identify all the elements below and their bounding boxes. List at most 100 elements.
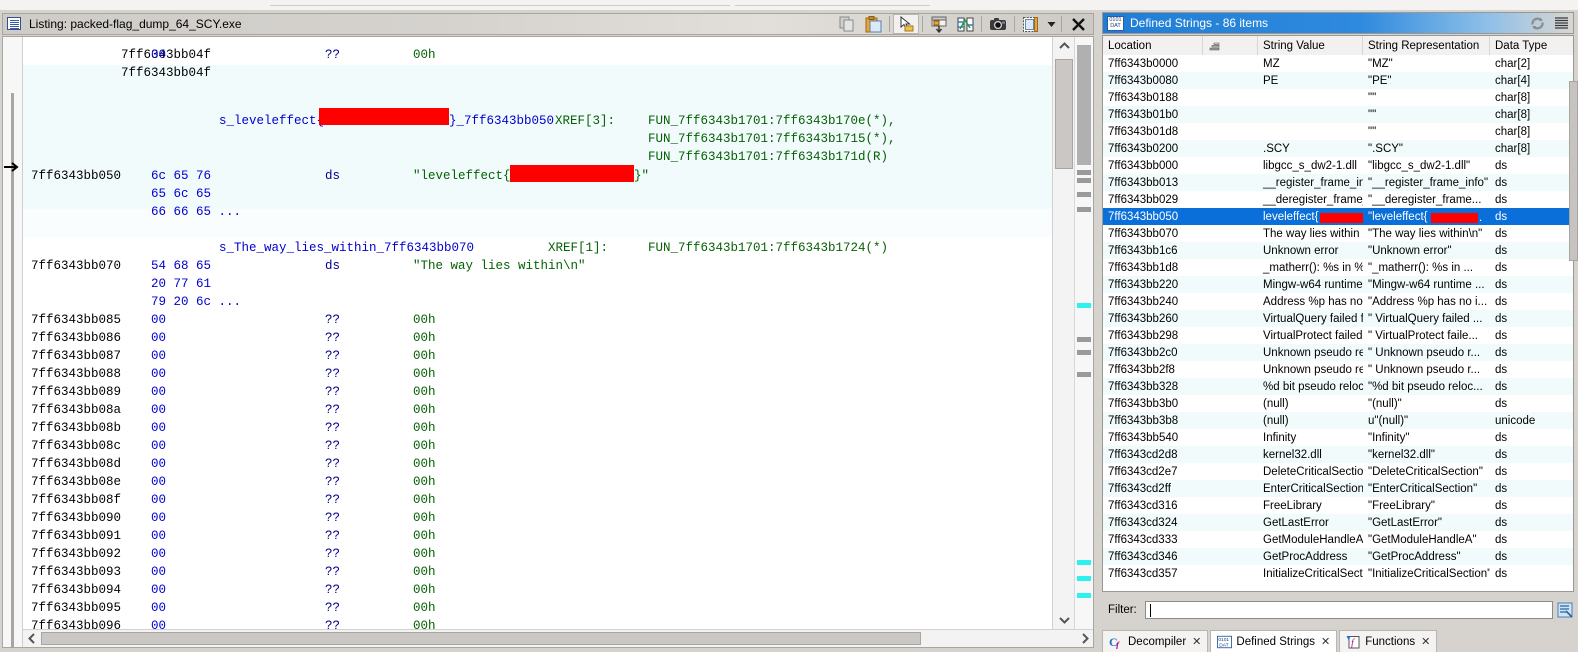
- close-icon[interactable]: [1065, 14, 1091, 34]
- cell-string-value: Unknown pseudo rel...: [1263, 346, 1363, 359]
- code-label-leveleffect[interactable]: s_leveleffect{: [219, 112, 324, 130]
- tab-close-icon[interactable]: ✕: [1421, 635, 1430, 648]
- table-row[interactable]: 7ff6343cd2ff EnterCriticalSection "EnterCr…: [1103, 480, 1573, 497]
- listing-horizontal-scrollbar[interactable]: [23, 629, 1093, 647]
- cell-string-value: %d bit pseudo reloca...: [1263, 380, 1363, 393]
- column-header-data-type[interactable]: Data Type: [1490, 36, 1573, 55]
- scroll-left-icon[interactable]: [23, 630, 40, 647]
- table-row[interactable]: 7ff6343cd357 InitializeCriticalSection "In…: [1103, 565, 1573, 582]
- camera-icon[interactable]: [985, 14, 1011, 34]
- cursor-select-icon[interactable]: [893, 14, 919, 34]
- table-row[interactable]: 7ff6343bb220 Mingw-w64 runtime f... "Mingw…: [1103, 276, 1573, 293]
- table-row[interactable]: 7ff6343b0200 .SCY ".SCY" char[8]: [1103, 140, 1573, 157]
- code-xref-entry[interactable]: FUN_7ff6343b1701:7ff6343b171d(R): [648, 148, 888, 166]
- filter-label: Filter:: [1108, 604, 1137, 616]
- copy-icon[interactable]: [834, 14, 860, 34]
- table-row[interactable]: 7ff6343bb260 VirtualQuery failed f... " V…: [1103, 310, 1573, 327]
- cell-string-value: InitializeCriticalSection: [1263, 567, 1363, 580]
- tab-label: Functions: [1365, 635, 1416, 648]
- chevron-down-icon[interactable]: [1044, 14, 1058, 34]
- cell-data-type: ds: [1495, 431, 1508, 444]
- table-add-icon[interactable]: [926, 14, 952, 34]
- listing-marker-overview[interactable]: [1074, 37, 1093, 629]
- table-row[interactable]: 7ff6343cd2d8 kernel32.dll "kernel32.dll" ds: [1103, 446, 1573, 463]
- tab-functions[interactable]: f Functions ✕: [1339, 630, 1438, 652]
- code-xref-entry[interactable]: FUN_7ff6343b1701:7ff6343b1724(*): [648, 239, 888, 257]
- filter-options-icon[interactable]: [1556, 601, 1574, 619]
- column-header-string-representation[interactable]: String Representation: [1363, 36, 1490, 55]
- table-row[interactable]: 7ff6343bb298 VirtualProtect failed ... " …: [1103, 327, 1573, 344]
- table-row[interactable]: 7ff6343b0188 "" char[8]: [1103, 89, 1573, 106]
- menu-lines-icon[interactable]: [1549, 13, 1573, 33]
- refresh-icon[interactable]: [1525, 13, 1549, 33]
- ghidra-window: Listing: packed-flag_dump_64_SCY.exe 7ff…: [0, 0, 1578, 652]
- code-label-leveleffect-suffix[interactable]: }_7ff6343bb050: [449, 112, 554, 130]
- column-header-location[interactable]: Location: [1103, 36, 1203, 55]
- table-row[interactable]: 7ff6343bb328 %d bit pseudo reloca... "%d b…: [1103, 378, 1573, 395]
- diff-icon[interactable]: [952, 14, 978, 34]
- cell-data-type: ds: [1495, 499, 1508, 512]
- table-row[interactable]: 7ff6343bb2f8 Unknown pseudo rel... " Unkn…: [1103, 361, 1573, 378]
- code-mnemonic: ??: [325, 385, 341, 399]
- listing-scroll-thumb[interactable]: [1055, 59, 1073, 169]
- code-addr: 7ff6343bb091: [31, 529, 122, 543]
- cell-string-value: VirtualQuery failed f...: [1263, 312, 1363, 325]
- code-mnemonic: ??: [325, 367, 341, 381]
- listing-titlebar[interactable]: Listing: packed-flag_dump_64_SCY.exe: [2, 13, 1094, 35]
- table-row[interactable]: 7ff6343b0000 MZ "MZ" char[2]: [1103, 55, 1573, 72]
- table-row[interactable]: 7ff6343cd333 GetModuleHandleA "GetModuleHa…: [1103, 531, 1573, 548]
- tab-defined-strings[interactable]: 0101 DAT Defined Strings ✕: [1210, 630, 1338, 652]
- listing-title: Listing: packed-flag_dump_64_SCY.exe: [29, 17, 242, 31]
- cell-string-value: Unknown pseudo rel...: [1263, 363, 1363, 376]
- table-row[interactable]: 7ff6343cd346 GetProcAddress "GetProcAddres…: [1103, 548, 1573, 565]
- scroll-down-icon[interactable]: [1053, 611, 1075, 629]
- code-bytes: 00: [151, 48, 167, 62]
- defined-strings-scroll-thumb[interactable]: [1569, 81, 1578, 261]
- defined-strings-scrollbar[interactable]: [1569, 81, 1578, 601]
- table-row[interactable]: 7ff6343bb000 libgcc_s_dw2-1.dll "libgcc_s_…: [1103, 157, 1573, 174]
- table-row[interactable]: 7ff6343b0080 PE "PE" char[4]: [1103, 72, 1573, 89]
- cell-data-type: ds: [1495, 363, 1508, 376]
- scroll-up-icon[interactable]: [1053, 37, 1075, 55]
- window-icon[interactable]: [1018, 14, 1044, 34]
- column-header-sort-icon[interactable]: [1203, 36, 1258, 55]
- listing-code-area[interactable]: 7ff6343bb04f 7ff6343bb04f 00 ?? 00h s_le…: [23, 37, 1052, 629]
- filter-input[interactable]: [1144, 601, 1553, 619]
- table-row[interactable]: 7ff6343cd2e7 DeleteCriticalSection "Delete…: [1103, 463, 1573, 480]
- table-row[interactable]: 7ff6343bb029 __deregister_frame_i... "__de…: [1103, 191, 1573, 208]
- code-mnemonic: ds: [325, 259, 341, 273]
- table-row[interactable]: 7ff6343bb1c6 Unknown error "Unknown error"…: [1103, 242, 1573, 259]
- table-row[interactable]: 7ff6343b01b0 "" char[8]: [1103, 106, 1573, 123]
- table-row[interactable]: 7ff6343cd324 GetLastError "GetLastError" ds: [1103, 514, 1573, 531]
- table-row[interactable]: 7ff6343b01d8 "" char[8]: [1103, 123, 1573, 140]
- table-row[interactable]: 7ff6343bb240 Address %p has no i... "Addre…: [1103, 293, 1573, 310]
- tab-close-icon[interactable]: ✕: [1321, 635, 1330, 648]
- cell-data-type: char[8]: [1495, 108, 1531, 121]
- code-addr: 7ff6343bb08d: [31, 457, 122, 471]
- defined-strings-titlebar[interactable]: 0101 DAT Defined Strings - 86 items: [1102, 12, 1574, 34]
- tab-close-icon[interactable]: ✕: [1192, 635, 1201, 648]
- table-row[interactable]: 7ff6343bb070 The way lies within "The way …: [1103, 225, 1573, 242]
- table-row[interactable]: 7ff6343bb1d8 _matherr(): %s in %... "_math…: [1103, 259, 1573, 276]
- table-row[interactable]: 7ff6343bb3b8 (null) u"(null)" unicode: [1103, 412, 1573, 429]
- cell-data-type: char[8]: [1495, 125, 1531, 138]
- code-xref-entry[interactable]: FUN_7ff6343b1701:7ff6343b170e(*),: [648, 112, 896, 130]
- table-row[interactable]: 7ff6343bb3b0 (null) "(null)" ds: [1103, 395, 1573, 412]
- cell-data-type: ds: [1495, 244, 1508, 257]
- code-label-the-way-lies-within[interactable]: s_The_way_lies_within_7ff6343bb070: [219, 239, 474, 257]
- table-row[interactable]: 7ff6343bb540 Infinity "Infinity" ds: [1103, 429, 1573, 446]
- paste-icon[interactable]: [860, 14, 886, 34]
- listing-vertical-scrollbar[interactable]: [1052, 37, 1075, 629]
- table-row[interactable]: 7ff6343bb050 leveleffect{ .."leveleffect{…: [1103, 208, 1573, 225]
- listing-hscroll-thumb[interactable]: [41, 632, 921, 645]
- code-value: 00h: [413, 385, 436, 399]
- defined-strings-table[interactable]: Location String Value String Representat…: [1102, 35, 1578, 592]
- column-header-string-value[interactable]: String Value: [1258, 36, 1363, 55]
- code-value: 00h: [413, 529, 436, 543]
- table-row[interactable]: 7ff6343cd316 FreeLibrary "FreeLibrary" ds: [1103, 497, 1573, 514]
- table-row[interactable]: 7ff6343bb2c0 Unknown pseudo rel... " Unkn…: [1103, 344, 1573, 361]
- code-xref-entry[interactable]: FUN_7ff6343b1701:7ff6343b1715(*),: [648, 130, 896, 148]
- table-row[interactable]: 7ff6343bb013 __register_frame_info "__regi…: [1103, 174, 1573, 191]
- tab-decompiler[interactable]: Cf Decompiler ✕: [1102, 630, 1209, 652]
- scroll-right-icon[interactable]: [1076, 630, 1093, 647]
